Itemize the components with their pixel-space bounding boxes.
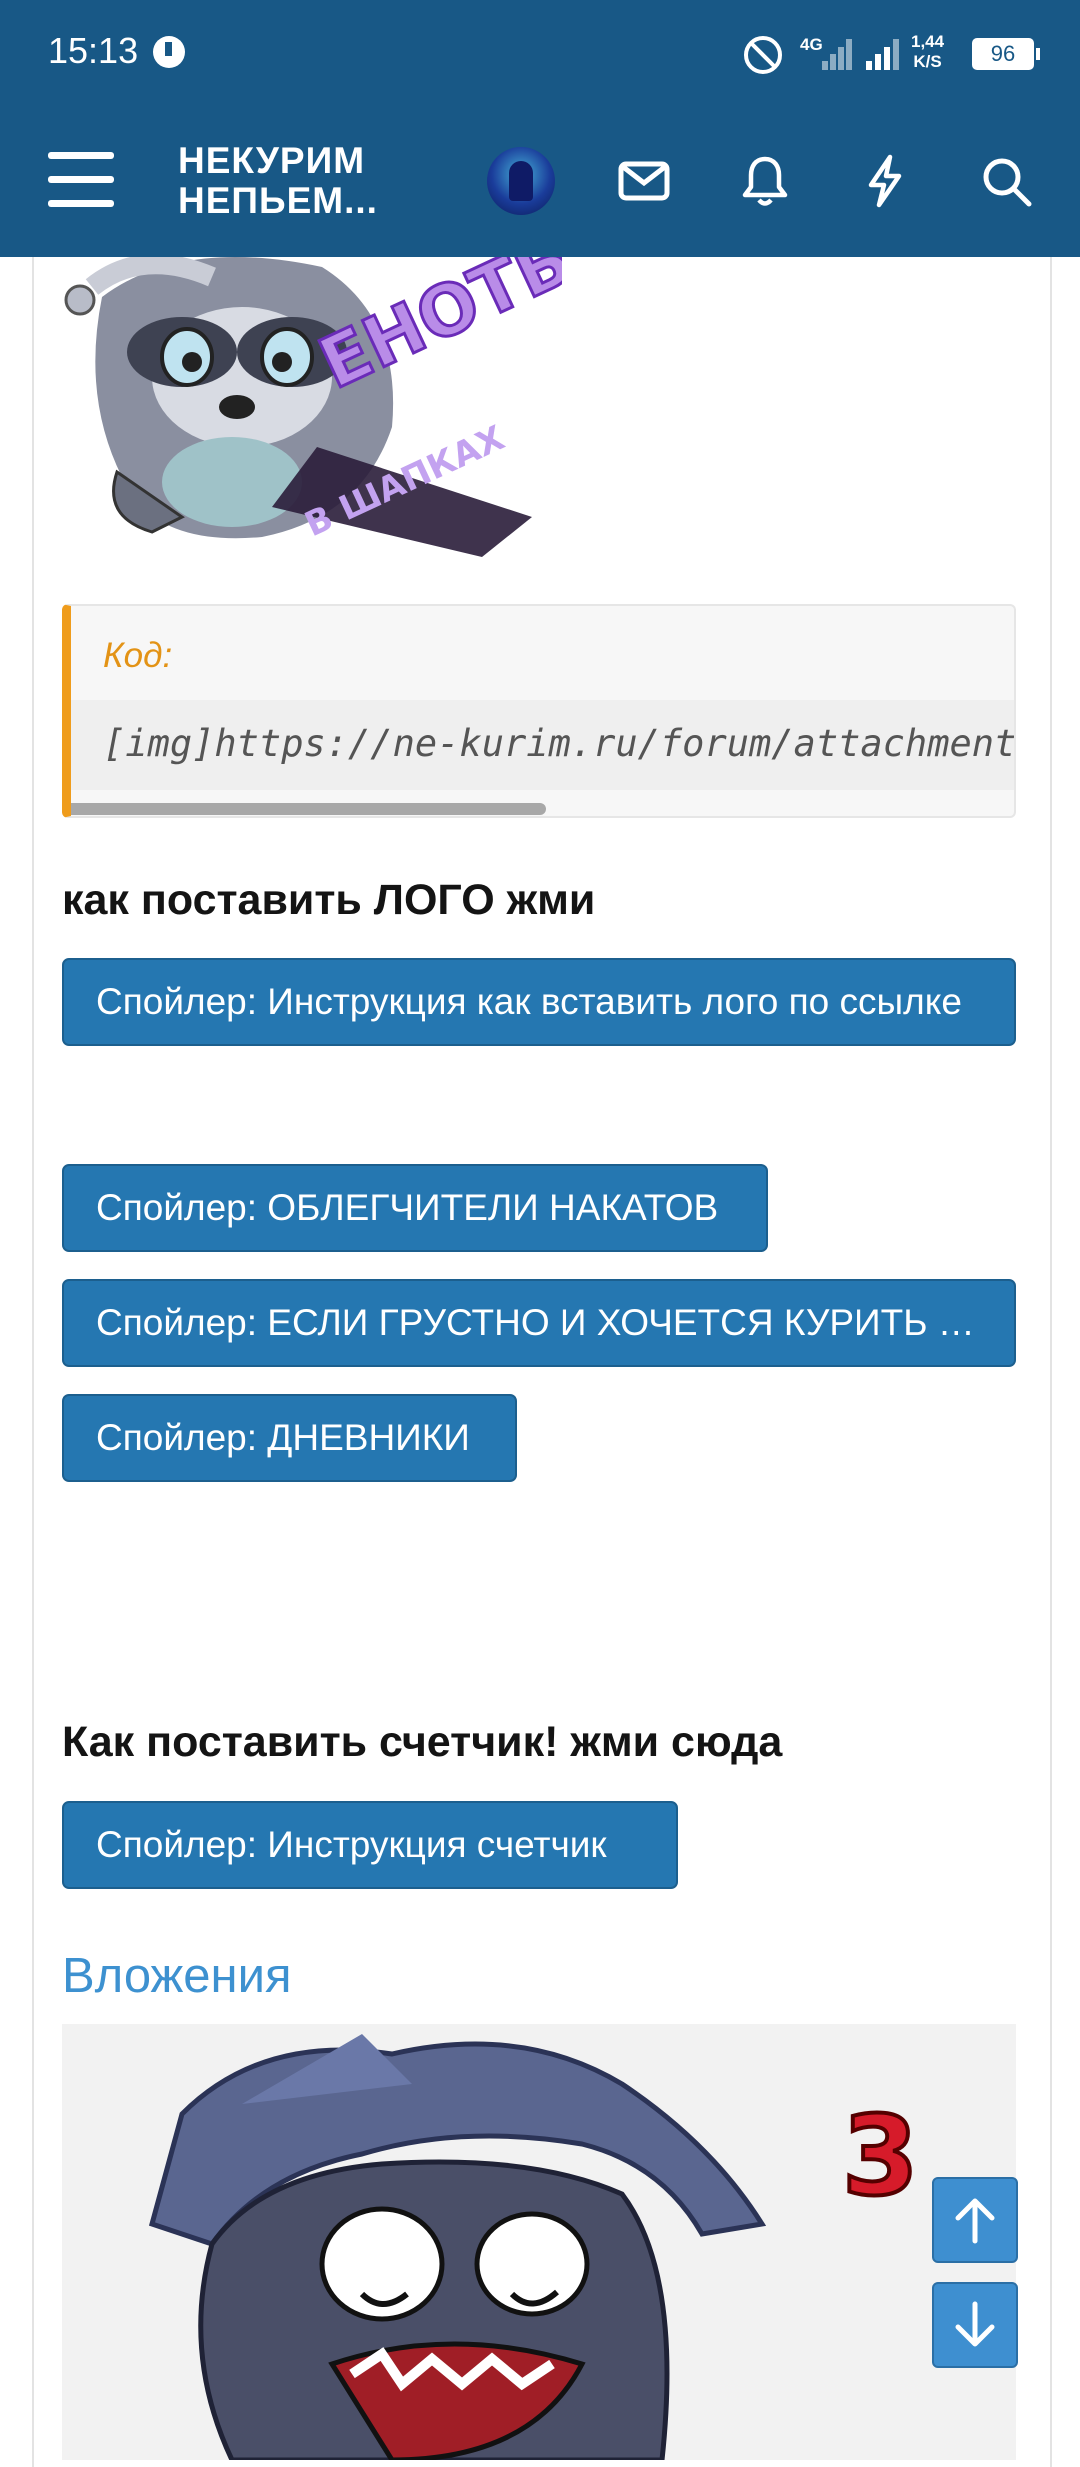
spoiler-if-sad[interactable]: Спойлер: ЕСЛИ ГРУСТНО И ХОЧЕТСЯ КУРИТЬ Ж… xyxy=(62,1279,1016,1367)
arrow-down-icon xyxy=(955,2301,995,2347)
menu-icon[interactable] xyxy=(48,152,114,208)
alerts-bell-icon[interactable] xyxy=(737,153,793,209)
code-line[interactable]: [img]https://ne-kurim.ru/forum/attachmen… xyxy=(71,700,1014,790)
code-block: Код: [img]https://ne-kurim.ru/forum/atta… xyxy=(62,604,1016,818)
attachment-red-text: 3 xyxy=(842,2092,919,2220)
search-icon[interactable] xyxy=(978,153,1034,209)
network-speed: 1,44 K/S xyxy=(911,32,945,71)
raccoon-sticker-image: ЕНОТЫ В ШАПКАХ xyxy=(62,257,562,562)
navigation-bar: НЕКУРИМ НЕПЬЕМ... xyxy=(0,105,1080,257)
spoiler-diaries[interactable]: Спойлер: ДНЕВНИКИ xyxy=(62,1394,517,1482)
attachments-title: Вложения xyxy=(62,1949,292,2003)
spoiler-counter-instruction[interactable]: Спойлер: Инструкция счетчик xyxy=(62,1801,678,1889)
scroll-up-button[interactable] xyxy=(932,2177,1018,2263)
battery-icon: 96 xyxy=(972,38,1040,70)
status-time: 15:13 xyxy=(48,30,139,71)
do-not-disturb-icon xyxy=(744,36,782,74)
counter-heading: Как поставить счетчик! жми сюда xyxy=(62,1718,783,1766)
horizontal-scrollbar[interactable] xyxy=(71,803,546,815)
spoiler-relievers[interactable]: Спойлер: ОБЛЕГЧИТЕЛИ НАКАТОВ xyxy=(62,1164,768,1252)
spoiler-logo-instruction[interactable]: Спойлер: Инструкция как вставить лого по… xyxy=(62,958,1016,1046)
user-avatar[interactable] xyxy=(487,147,555,215)
code-text[interactable]: [img]https://ne-kurim.ru/forum/attachmen… xyxy=(103,722,1014,765)
whats-new-bolt-icon[interactable] xyxy=(857,153,913,209)
signal-strength-icon-2 xyxy=(866,37,906,70)
messages-icon[interactable] xyxy=(616,153,672,209)
logo-heading: как поставить ЛОГО жми xyxy=(62,876,596,924)
app-notification-icon xyxy=(153,36,185,68)
status-bar: 15:13 4G 1,44 K/S 96 xyxy=(0,0,1080,105)
scroll-down-button[interactable] xyxy=(932,2282,1018,2368)
site-title[interactable]: НЕКУРИМ НЕПЬЕМ... xyxy=(178,141,378,221)
code-block-title: Код: xyxy=(103,636,173,675)
arrow-up-icon xyxy=(955,2198,995,2244)
attachment-thumbnail[interactable]: 3 xyxy=(62,2024,1016,2460)
app-header: 15:13 4G 1,44 K/S 96 НЕКУРИМ НЕПЬЕМ... xyxy=(0,0,1080,257)
signal-strength-icon xyxy=(808,37,852,70)
sticker-top-text: ЕНОТЫ xyxy=(307,257,562,405)
